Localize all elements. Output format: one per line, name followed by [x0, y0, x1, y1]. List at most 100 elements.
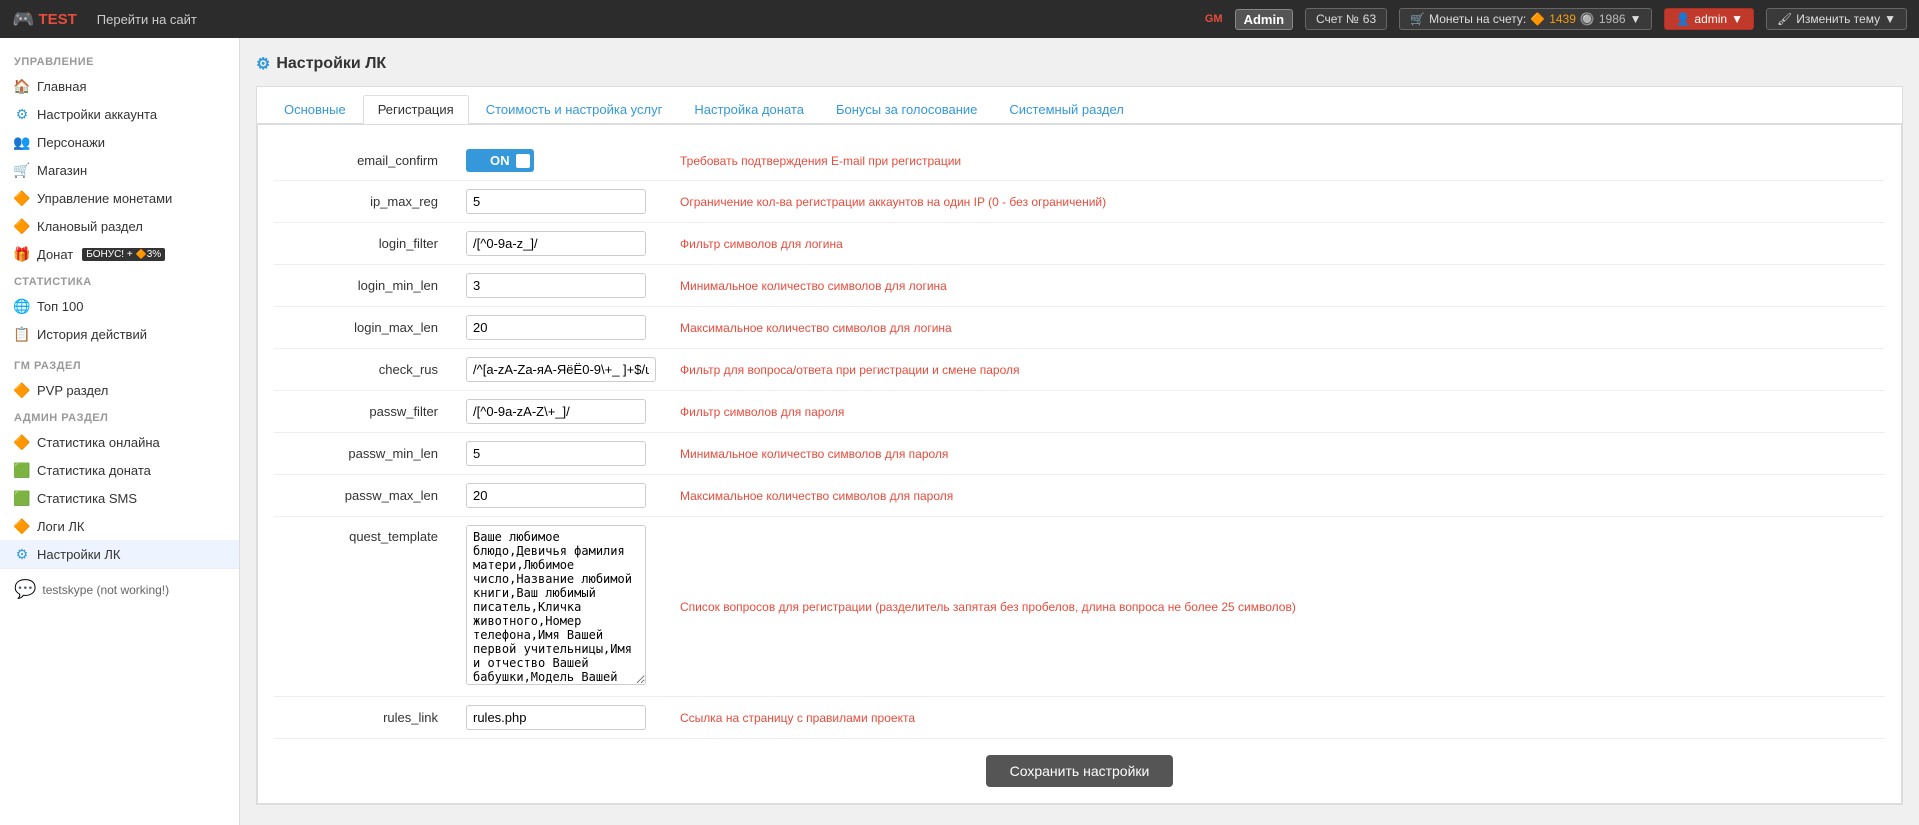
input-ip-max-reg[interactable]: [466, 189, 646, 214]
sidebar-item-stat-online[interactable]: 🔶 Статистика онлайна: [0, 428, 239, 456]
admin-user-btn[interactable]: 👤 admin ▼: [1664, 8, 1754, 30]
input-passw-filter[interactable]: [466, 399, 646, 424]
clan-icon: 🔶: [14, 218, 30, 234]
tab-registration[interactable]: Регистрация: [363, 95, 469, 124]
input-cell-email-confirm: ON: [454, 141, 668, 181]
tab-donat[interactable]: Настройка доната: [679, 95, 819, 123]
skype-label: testskype (not working!): [42, 583, 169, 597]
sidebar: УПРАВЛЕНИЕ 🏠 Главная ⚙ Настройки аккаунт…: [0, 38, 240, 825]
input-cell-passw-min-len: [454, 433, 668, 475]
sidebar-item-logs[interactable]: 🔶 Логи ЛК: [0, 512, 239, 540]
section-admin-title: АДМИН РАЗДЕЛ: [0, 404, 239, 428]
desc-quest-template: Список вопросов для регистрации (раздели…: [668, 517, 1885, 697]
desc-passw-filter: Фильтр символов для пароля: [668, 391, 1885, 433]
input-login-min-len[interactable]: [466, 273, 646, 298]
logo-icon: 🎮: [12, 9, 34, 30]
sidebar-item-clan[interactable]: 🔶 Клановый раздел: [0, 212, 239, 240]
sidebar-item-account[interactable]: ⚙ Настройки аккаунта: [0, 100, 239, 128]
nav-site-link[interactable]: Перейти на сайт: [97, 12, 197, 27]
sidebar-item-coins[interactable]: 🔶 Управление монетами: [0, 184, 239, 212]
sidebar-item-account-label: Настройки аккаунта: [37, 107, 157, 122]
donat-icon: 🎁: [14, 246, 30, 262]
coins-label: Монеты на счету:: [1429, 12, 1526, 26]
account-btn[interactable]: Счет № 63: [1305, 8, 1387, 30]
row-rules-link: rules_link Ссылка на страницу с правилам…: [274, 697, 1885, 739]
desc-check-rus: Фильтр для вопроса/ответа при регистраци…: [668, 349, 1885, 391]
input-cell-login-max-len: [454, 307, 668, 349]
label-passw-filter: passw_filter: [274, 391, 454, 433]
sidebar-bottom: 💬 testskype (not working!): [0, 568, 239, 610]
label-check-rus: check_rus: [274, 349, 454, 391]
theme-btn[interactable]: 🖌 Изменить тему ▼: [1766, 8, 1907, 30]
input-rules-link[interactable]: [466, 705, 646, 730]
theme-label: Изменить тему: [1796, 12, 1880, 26]
toggle-email-confirm[interactable]: ON: [466, 149, 534, 172]
input-cell-quest-template: Ваше любимое блюдо,Девичья фамилия матер…: [454, 517, 668, 697]
row-ip-max-reg: ip_max_reg Ограничение кол-ва регистраци…: [274, 181, 1885, 223]
tab-bonus[interactable]: Бонусы за голосование: [821, 95, 992, 123]
input-cell-ip-max-reg: [454, 181, 668, 223]
input-check-rus[interactable]: [466, 357, 656, 382]
coins-dropdown-icon: ▼: [1630, 12, 1642, 26]
label-ip-max-reg: ip_max_reg: [274, 181, 454, 223]
input-passw-min-len[interactable]: [466, 441, 646, 466]
input-cell-passw-max-len: [454, 475, 668, 517]
form-panel: email_confirm ON Требовать подтверждения…: [257, 124, 1902, 804]
stat-sms-icon: 🟩: [14, 490, 30, 506]
label-login-max-len: login_max_len: [274, 307, 454, 349]
tab-system[interactable]: Системный раздел: [994, 95, 1138, 123]
page-title: ⚙ Настройки ЛК: [256, 54, 1903, 74]
row-login-max-len: login_max_len Максимальное количество си…: [274, 307, 1885, 349]
row-passw-min-len: passw_min_len Минимальное количество сим…: [274, 433, 1885, 475]
sidebar-item-top100-label: Топ 100: [37, 299, 84, 314]
sidebar-item-stat-sms[interactable]: 🟩 Статистика SMS: [0, 484, 239, 512]
sidebar-item-shop-label: Магазин: [37, 163, 87, 178]
label-rules-link: rules_link: [274, 697, 454, 739]
input-cell-check-rus: [454, 349, 668, 391]
sidebar-item-chars[interactable]: 👥 Персонажи: [0, 128, 239, 156]
topnav: 🎮 TEST Перейти на сайт GM Admin Счет № 6…: [0, 0, 1919, 38]
tabs: Основные Регистрация Стоимость и настрой…: [257, 87, 1902, 124]
sidebar-item-donat[interactable]: 🎁 Донат БОНУС! + 🔶3%: [0, 240, 239, 268]
desc-rules-link: Ссылка на страницу с правилами проекта: [668, 697, 1885, 739]
skype-icon: 💬: [14, 579, 36, 600]
admin-user-label: admin: [1694, 12, 1727, 26]
textarea-quest-template[interactable]: Ваше любимое блюдо,Девичья фамилия матер…: [466, 525, 646, 685]
desc-ip-max-reg: Ограничение кол-ва регистрации аккаунтов…: [668, 181, 1885, 223]
sidebar-item-top100[interactable]: 🌐 Топ 100: [0, 292, 239, 320]
input-cell-login-min-len: [454, 265, 668, 307]
sidebar-item-logs-label: Логи ЛК: [37, 519, 84, 534]
input-cell-rules-link: [454, 697, 668, 739]
label-login-filter: login_filter: [274, 223, 454, 265]
sidebar-item-settings[interactable]: ⚙ Настройки ЛК: [0, 540, 239, 568]
row-passw-max-len: passw_max_len Максимальное количество си…: [274, 475, 1885, 517]
tab-basic[interactable]: Основные: [269, 95, 361, 123]
sidebar-item-chars-label: Персонажи: [37, 135, 105, 150]
label-email-confirm: email_confirm: [274, 141, 454, 181]
history-icon: 📋: [14, 326, 30, 342]
sidebar-item-pvp[interactable]: 🔶 PVP раздел: [0, 376, 239, 404]
desc-login-max-len: Максимальное количество символов для лог…: [668, 307, 1885, 349]
label-passw-max-len: passw_max_len: [274, 475, 454, 517]
sidebar-item-stat-donat[interactable]: 🟩 Статистика доната: [0, 456, 239, 484]
sidebar-item-shop[interactable]: 🛒 Магазин: [0, 156, 239, 184]
coins-btn[interactable]: 🛒 Монеты на счету: 🔶 1439 🔘 1986 ▼: [1399, 8, 1652, 30]
sidebar-item-history-label: История действий: [37, 327, 147, 342]
input-passw-max-len[interactable]: [466, 483, 646, 508]
sidebar-item-history[interactable]: 📋 История действий: [0, 320, 239, 348]
input-cell-login-filter: [454, 223, 668, 265]
tab-cost[interactable]: Стоимость и настройка услуг: [471, 95, 678, 123]
coins-silver: 1986: [1599, 12, 1626, 26]
shop-icon: 🛒: [14, 162, 30, 178]
coins-silver-icon: 🔘: [1580, 12, 1595, 26]
globe-icon: 🌐: [14, 298, 30, 314]
save-button[interactable]: Сохранить настройки: [986, 755, 1174, 787]
input-login-max-len[interactable]: [466, 315, 646, 340]
desc-login-min-len: Минимальное количество символов для логи…: [668, 265, 1885, 307]
brush-icon: 🖌: [1777, 12, 1792, 26]
sidebar-item-home[interactable]: 🏠 Главная: [0, 72, 239, 100]
desc-email-confirm: Требовать подтверждения E-mail при регис…: [668, 141, 1885, 181]
coins-gold-icon: 🔶: [1530, 12, 1545, 26]
input-login-filter[interactable]: [466, 231, 646, 256]
account-number: 63: [1363, 12, 1376, 26]
